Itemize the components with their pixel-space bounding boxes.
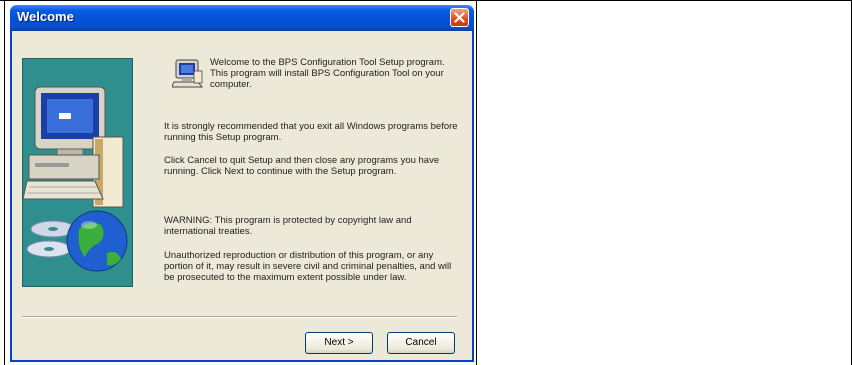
setup-illustration [22, 58, 133, 287]
cancel-button[interactable]: Cancel [387, 332, 455, 354]
document-frame-top [0, 0, 852, 1]
recommendation-text: It is strongly recommended that you exit… [164, 121, 458, 143]
warning-text: WARNING: This program is protected by co… [164, 215, 412, 237]
intro-text: Welcome to the BPS Configuration Tool Se… [210, 57, 445, 90]
setup-computer-icon [172, 59, 204, 88]
title-bar[interactable]: Welcome [10, 5, 474, 31]
document-frame-divider [476, 0, 477, 365]
document-frame-left [4, 0, 5, 365]
welcome-dialog: Welcome Welcome to the BPS Configuration… [10, 5, 474, 362]
cancel-instructions-text: Click Cancel to quit Setup and then clos… [164, 155, 440, 177]
computer-globe-illustration [22, 86, 128, 272]
unauthorized-notice-text: Unauthorized reproduction or distributio… [164, 250, 452, 283]
button-separator [22, 316, 457, 318]
next-button[interactable]: Next > [305, 332, 373, 354]
close-icon [454, 12, 465, 23]
window-title: Welcome [17, 9, 74, 24]
close-button[interactable] [450, 8, 469, 27]
